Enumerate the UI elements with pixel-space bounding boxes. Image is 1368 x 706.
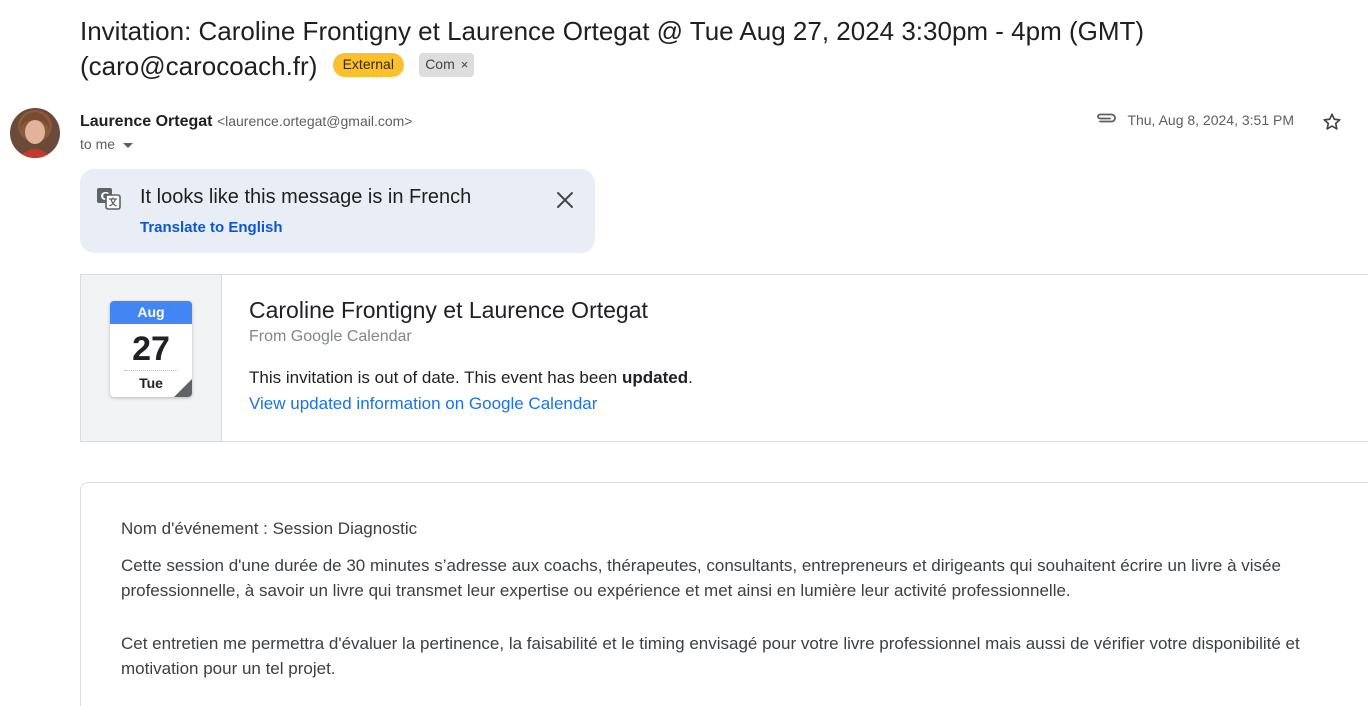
sender-line: Laurence Ortegat <laurence.ortegat@gmail… <box>80 110 412 133</box>
event-status: This invitation is out of date. This eve… <box>249 368 693 388</box>
email-subject: Invitation: Caroline Frontigny et Lauren… <box>80 14 1340 84</box>
recipient-details-toggle[interactable]: to me <box>80 136 134 152</box>
recipient-text: to me <box>80 136 116 152</box>
message-meta: Thu, Aug 8, 2024, 3:51 PM <box>1095 111 1294 128</box>
translate-message: It looks like this message is in French <box>140 186 472 208</box>
event-status-suffix: . <box>688 368 693 387</box>
calendar-page-fold <box>174 379 192 397</box>
sender-email: <laurence.ortegat@gmail.com> <box>216 113 413 129</box>
event-status-bold: updated <box>621 368 689 387</box>
chevron-down-icon[interactable] <box>123 142 134 148</box>
event-status-text: This invitation is out of date. This eve… <box>249 368 622 387</box>
calendar-date-panel: Aug 27 Tue <box>81 275 222 441</box>
category-label-chip[interactable]: Com × <box>419 53 475 78</box>
description-paragraph: Cette session d'une durée de 30 minutes … <box>121 556 1281 600</box>
calendar-month: Aug <box>110 301 192 324</box>
subject-text: Invitation: Caroline Frontigny et Lauren… <box>80 16 1145 81</box>
remove-label-icon[interactable]: × <box>461 57 469 72</box>
category-label-text: Com <box>425 56 455 73</box>
event-name-line: Nom d'événement : Session Diagnostic <box>121 519 418 538</box>
calendar-invite-card: Aug 27 Tue Caroline Frontigny et Laurenc… <box>80 274 1368 442</box>
calendar-divider <box>124 370 178 371</box>
sender-avatar[interactable] <box>10 108 60 158</box>
external-label-chip[interactable]: External <box>332 53 404 78</box>
close-icon[interactable] <box>554 189 576 211</box>
event-source: From Google Calendar <box>249 328 412 345</box>
event-title: Caroline Frontigny et Laurence Ortegat <box>249 297 648 323</box>
calendar-icon: Aug 27 Tue <box>110 301 192 397</box>
attachment-icon <box>1095 111 1117 128</box>
event-description: Nom d'événement : Session Diagnostic Cet… <box>121 516 1361 693</box>
sender-name[interactable]: Laurence Ortegat <box>80 113 212 130</box>
translate-icon: G <box>96 187 122 211</box>
translate-banner: G It looks like this message is in Frenc… <box>80 169 595 253</box>
view-updated-calendar-link[interactable]: View updated information on Google Calen… <box>249 394 597 414</box>
star-icon[interactable] <box>1321 111 1343 133</box>
calendar-day: 27 <box>132 330 170 368</box>
message-date: Thu, Aug 8, 2024, 3:51 PM <box>1127 111 1294 128</box>
event-description-card: Nom d'événement : Session Diagnostic Cet… <box>80 482 1368 706</box>
translate-to-english-link[interactable]: Translate to English <box>140 219 283 236</box>
description-paragraph: Cet entretien me permettra d'évaluer la … <box>121 634 1300 678</box>
